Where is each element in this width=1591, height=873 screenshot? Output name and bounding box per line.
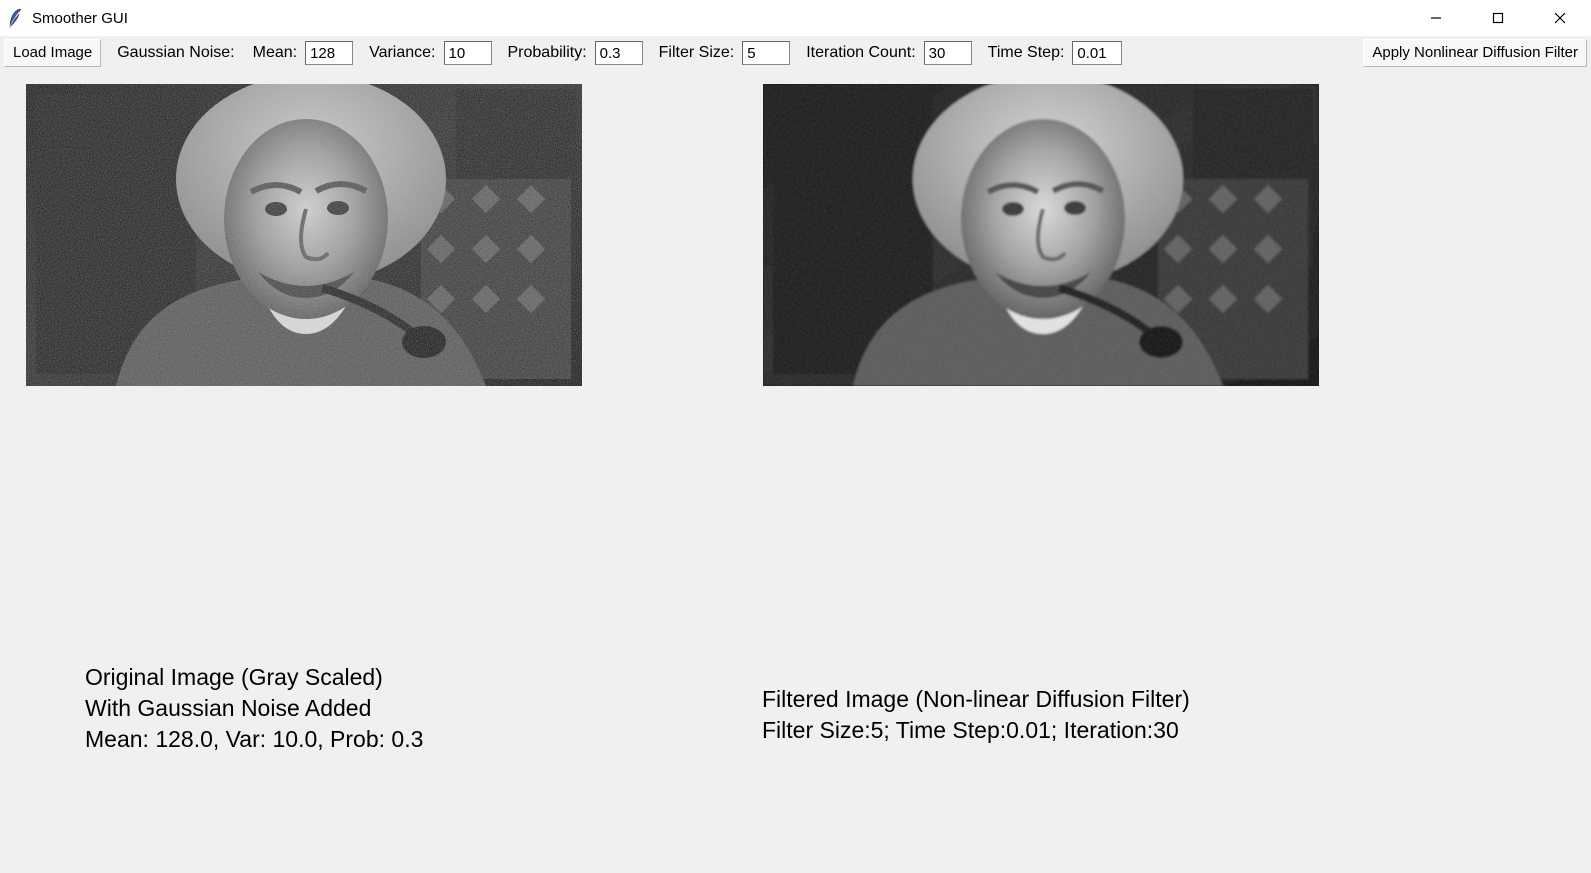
original-image-caption: Original Image (Gray Scaled) With Gaussi… — [85, 662, 423, 755]
filter-size-input[interactable] — [742, 41, 790, 65]
titlebar: Smoother GUI — [0, 0, 1591, 36]
filtered-image-caption: Filtered Image (Non-linear Diffusion Fil… — [762, 684, 1190, 746]
content-area: Original Image (Gray Scaled) With Gaussi… — [0, 70, 1591, 873]
variance-input[interactable] — [444, 41, 492, 65]
maximize-button[interactable] — [1467, 0, 1529, 36]
close-button[interactable] — [1529, 0, 1591, 36]
apply-filter-button[interactable]: Apply Nonlinear Diffusion Filter — [1363, 39, 1587, 67]
probability-input[interactable] — [595, 41, 643, 65]
probability-label: Probability: — [498, 44, 589, 62]
iteration-count-input[interactable] — [924, 41, 972, 65]
mean-input[interactable] — [305, 41, 353, 65]
variance-label: Variance: — [359, 44, 437, 62]
filtered-image-panel — [763, 84, 1319, 386]
window-title: Smoother GUI — [32, 10, 1405, 27]
minimize-button[interactable] — [1405, 0, 1467, 36]
filter-size-label: Filter Size: — [649, 44, 737, 62]
iteration-count-label: Iteration Count: — [796, 44, 917, 62]
mean-label: Mean: — [243, 44, 299, 62]
original-image-panel — [26, 84, 582, 386]
gaussian-noise-label: Gaussian Noise: — [107, 44, 236, 62]
time-step-input[interactable] — [1072, 41, 1122, 65]
load-image-button[interactable]: Load Image — [4, 39, 101, 67]
parameter-toolbar: Load Image Gaussian Noise: Mean: Varianc… — [0, 36, 1591, 70]
time-step-label: Time Step: — [978, 44, 1067, 62]
window-controls — [1405, 0, 1591, 36]
feather-icon — [6, 9, 24, 27]
